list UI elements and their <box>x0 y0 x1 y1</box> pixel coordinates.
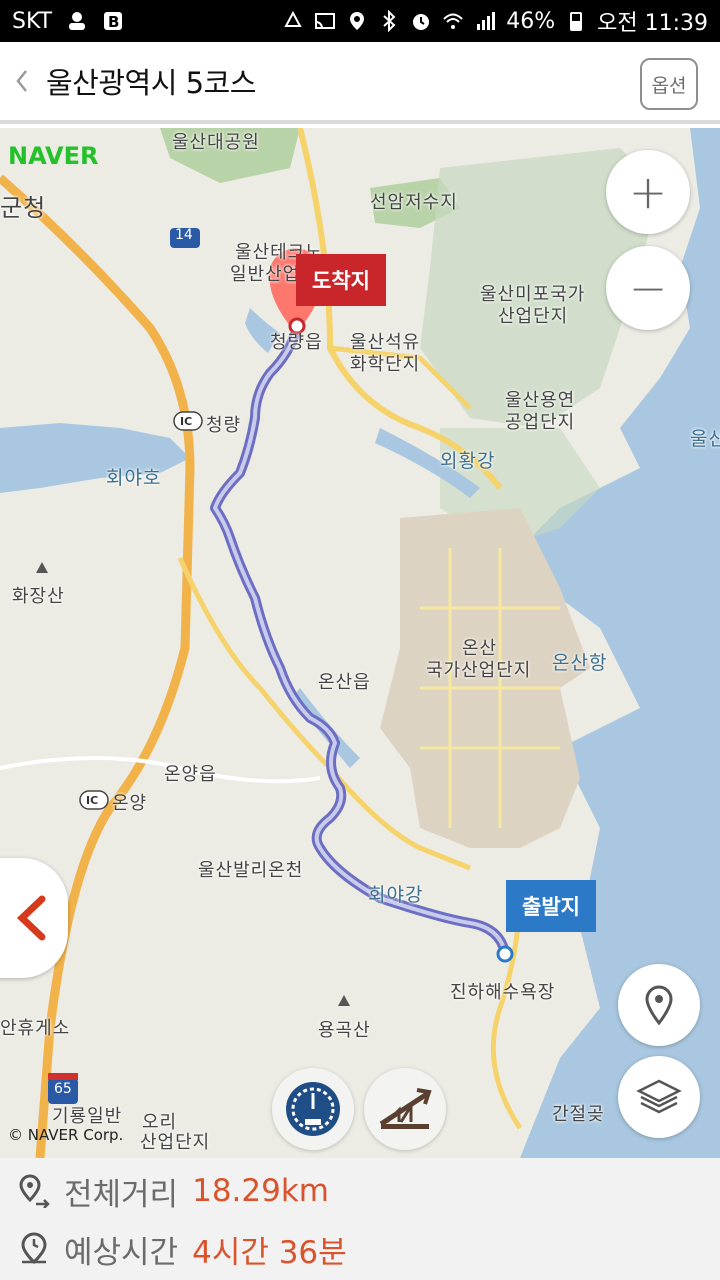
map-label: 온양 <box>112 793 148 814</box>
my-location-button[interactable] <box>618 964 700 1046</box>
time-label: 예상시간 <box>64 1234 179 1271</box>
route-info-panel: 전체거리 18.29km 예상시간 4시간 36분 <box>0 1158 720 1280</box>
map-label: 외황강 <box>440 450 496 472</box>
layers-icon <box>636 1079 682 1114</box>
battery-icon <box>570 12 583 31</box>
bluetooth-icon <box>383 10 396 32</box>
map-label: 화장산 <box>12 586 65 607</box>
map-label: 공업단지 <box>505 412 576 433</box>
map-label: 청량 <box>206 415 242 436</box>
time-value: 4시간 36분 <box>192 1234 347 1271</box>
map-label: 군청 <box>0 194 47 222</box>
map-label: 산업단지 <box>140 1132 211 1153</box>
map-view[interactable]: IC IC NAVER 울산대공원 군청 선암저수지 울산테크노 일반산업단지 … <box>0 128 720 1158</box>
app-header: 울산광역시 5코스 옵션 <box>0 42 720 124</box>
speedometer-icon <box>286 1082 340 1136</box>
location-pin-icon <box>645 985 673 1025</box>
elevation-icon <box>379 1088 432 1129</box>
map-label: 회야호 <box>106 467 162 489</box>
status-bar: SKT B 46% 오전 11:39 <box>0 0 720 42</box>
back-button[interactable] <box>2 40 42 122</box>
location-icon <box>350 12 365 30</box>
map-label: 울산 <box>690 428 720 450</box>
distance-row: 전체거리 18.29km <box>18 1166 329 1216</box>
wifi-icon <box>443 13 463 29</box>
cast-icon <box>315 13 336 29</box>
distance-value: 18.29km <box>192 1173 329 1209</box>
map-label: 울산발리온천 <box>198 860 304 881</box>
distance-label: 전체거리 <box>64 1176 179 1213</box>
elevation-button[interactable] <box>364 1068 446 1150</box>
signal-icon <box>477 12 496 30</box>
start-flag: 출발지 <box>506 880 596 932</box>
map-label: 화학단지 <box>350 354 421 375</box>
page-title: 울산광역시 5코스 <box>46 66 256 100</box>
time-row: 예상시간 4시간 36분 <box>18 1224 347 1274</box>
map-label: 선암저수지 <box>370 192 458 213</box>
map-label: 용곡산 <box>318 1020 371 1041</box>
route-shield-14: 14 <box>175 227 193 243</box>
speedometer-button[interactable] <box>272 1068 354 1150</box>
end-flag: 도착지 <box>296 254 386 306</box>
map-label: 기룡일반 <box>52 1106 123 1127</box>
map-label: 산업단지 <box>498 306 569 327</box>
distance-pin-icon <box>19 1174 50 1208</box>
svg-text:IC: IC <box>86 794 98 807</box>
b-app-icon: B <box>104 12 123 31</box>
layers-button[interactable] <box>618 1056 700 1138</box>
alarm-icon <box>413 14 430 30</box>
zoom-in-button[interactable]: + <box>606 150 690 234</box>
svg-text:B: B <box>108 13 119 31</box>
map-label: 회야강 <box>368 884 424 906</box>
zoom-out-button[interactable]: − <box>606 246 690 330</box>
map-label: 온산읍 <box>318 672 371 693</box>
map-label: 울산대공원 <box>172 132 260 153</box>
svg-text:IC: IC <box>180 415 192 428</box>
map-copyright: © NAVER Corp. <box>8 1126 124 1144</box>
recycle-icon <box>284 10 302 27</box>
person-icon <box>69 12 86 30</box>
time-pin-icon <box>21 1232 47 1265</box>
map-label: 안휴게소 <box>0 1018 71 1039</box>
carrier-label: SKT <box>12 8 53 34</box>
battery-percent: 46% <box>506 8 556 34</box>
clock: 오전 11:39 <box>597 11 708 36</box>
collapse-panel-button[interactable] <box>0 858 68 978</box>
chevron-left-icon <box>16 70 27 92</box>
chevron-left-icon <box>16 895 46 941</box>
options-button[interactable]: 옵션 <box>640 58 698 110</box>
map-label: 온양읍 <box>164 764 217 785</box>
naver-logo: NAVER <box>8 142 99 170</box>
route-shield-65: 65 <box>54 1081 72 1097</box>
map-label: 진하해수욕장 <box>450 982 556 1003</box>
map-label: 간절곶 <box>552 1104 605 1125</box>
map-label: 청량읍 <box>270 332 323 353</box>
map-label: 온산항 <box>552 652 608 674</box>
map-label: 국가산업단지 <box>426 660 532 681</box>
